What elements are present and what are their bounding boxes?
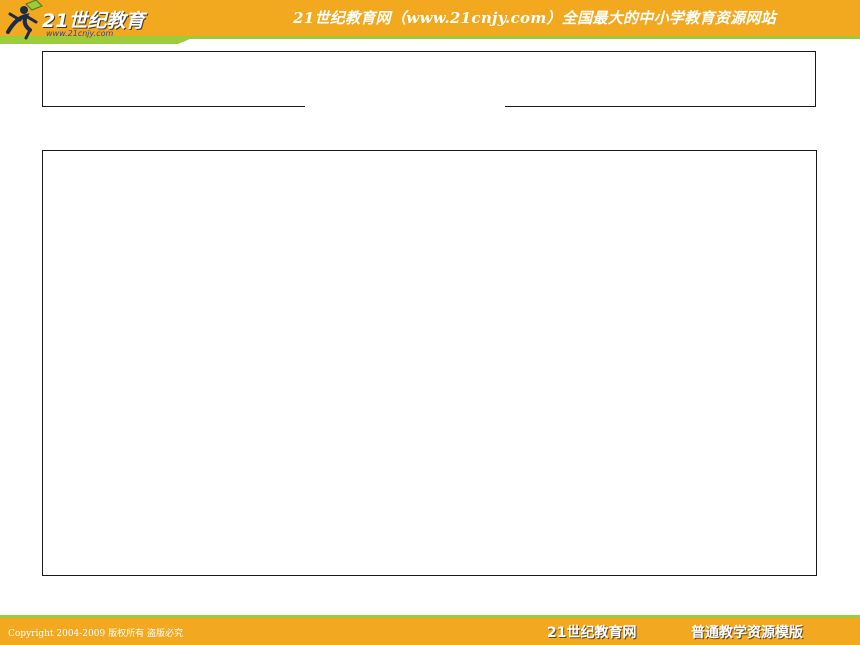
logo-url: www.21cnjy.com [46,29,114,38]
slide-page: 21世纪教育 www.21cnjy.com 21世纪教育网（www.21cnjy… [0,0,860,645]
footer-green-line [0,615,860,618]
slide-content-box[interactable] [42,150,817,576]
header: 21世纪教育 www.21cnjy.com 21世纪教育网（www.21cnjy… [0,0,860,44]
decorative-smudge [305,105,505,109]
copyright-text: Copyright 2004-2009 版权所有 盗版必究 [8,629,183,639]
footer-brand: 21世纪教育网 [547,625,637,641]
site-logo[interactable]: 21世纪教育 www.21cnjy.com [2,0,182,44]
slide-title-box[interactable] [42,51,816,107]
footer-tagline: 普通教学资源模版 [691,625,803,641]
runner-figure-icon [6,0,43,40]
footer: Copyright 2004-2009 版权所有 盗版必究 21世纪教育网 普通… [0,615,860,645]
header-slogan: 21世纪教育网（www.21cnjy.com）全国最大的中小学教育资源网站 [293,9,776,27]
